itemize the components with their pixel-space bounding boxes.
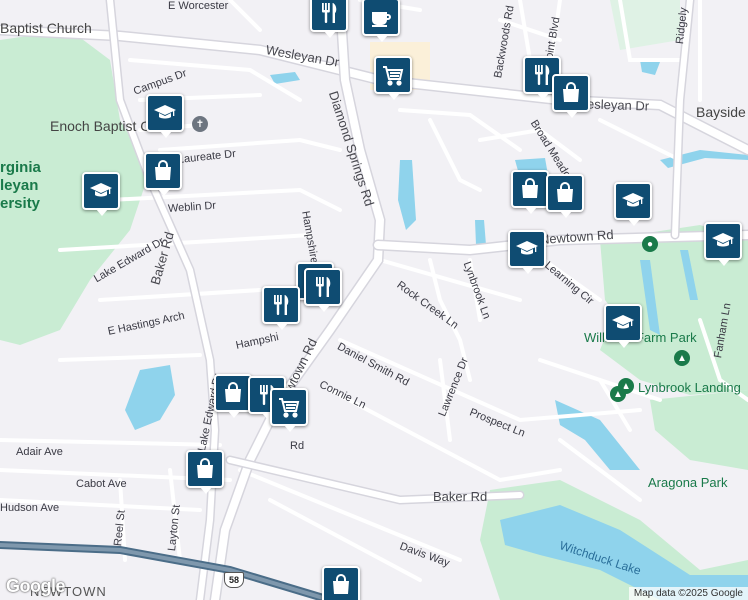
place-university-line-2: leyan [0, 177, 39, 194]
shop-pin-newtown-1[interactable] [214, 374, 252, 418]
pond-west [125, 365, 175, 430]
place-enoch-baptist: Enoch Baptist Ch [50, 118, 159, 134]
park-tree-icon[interactable]: ▲ [674, 350, 690, 366]
school-pin-west[interactable] [82, 172, 120, 216]
street-e-worcester: E Worcester [168, 0, 229, 12]
place-baptist-church: Baptist Church [0, 20, 92, 36]
graduation-cap-icon [515, 237, 539, 261]
map-canvas[interactable]: E Worcester Wesleyan Dr Wesleyan Dr Diam… [0, 0, 748, 600]
shop-pin-broad-2[interactable] [546, 174, 584, 218]
graduation-cap-icon [611, 311, 635, 335]
school-pin-campus[interactable] [146, 94, 184, 138]
restaurant-pin-hampshire-3[interactable] [262, 286, 300, 330]
fork-knife-icon [269, 293, 293, 317]
place-university-line-3: ersity [0, 195, 41, 212]
shopping-cart-icon [277, 395, 301, 419]
street-hudson-ave: Hudson Ave [0, 502, 60, 514]
park-dot-icon[interactable]: ● [642, 236, 658, 252]
school-pin-east[interactable] [614, 182, 652, 226]
pond-ne [640, 60, 660, 75]
street-adair-ave: Adair Ave [16, 446, 63, 458]
highway-58-shield: 58 [224, 572, 244, 588]
coffee-cup-icon [369, 5, 393, 29]
street-baker-rd-south: Baker Rd [433, 489, 488, 504]
fork-knife-icon [530, 63, 554, 87]
pond-center [398, 160, 416, 230]
graduation-cap-icon [621, 189, 645, 213]
shopping-bag-icon [553, 181, 577, 205]
school-pin-newtown[interactable] [508, 230, 546, 274]
street-cabot-ave: Cabot Ave [76, 478, 127, 490]
shopping-bag-icon [221, 381, 245, 405]
place-aragona-park: Aragona Park [648, 475, 728, 490]
cafe-pin[interactable] [362, 0, 400, 42]
shopping-bag-icon [151, 159, 175, 183]
pond-center-2 [475, 220, 486, 245]
school-pin-far-east[interactable] [704, 222, 742, 266]
grocery-pin-newtown[interactable] [270, 388, 308, 432]
shopping-bag-icon [559, 81, 583, 105]
graduation-cap-icon [89, 179, 113, 203]
restaurant-pin-hampshire-2[interactable] [304, 268, 342, 312]
shopping-cart-icon [381, 63, 405, 87]
park-tree-icon-3[interactable]: ▲ [610, 386, 626, 402]
church-cross-icon[interactable]: ✝ [192, 116, 208, 132]
map-attribution: Map data ©2025 Google [628, 587, 748, 600]
shopping-bag-icon [329, 573, 353, 597]
grocery-pin-wesleyan[interactable] [374, 56, 412, 100]
shop-pin-bottom[interactable] [322, 566, 360, 600]
place-university-line-1: rginia [0, 159, 41, 176]
pond-north [270, 72, 300, 84]
shop-pin-wesleyan-east[interactable] [552, 74, 590, 118]
graduation-cap-icon [711, 229, 735, 253]
shop-pin-laureate[interactable] [144, 152, 182, 196]
fork-knife-icon [311, 275, 335, 299]
google-logo: Google [6, 576, 66, 596]
shopping-bag-icon [193, 457, 217, 481]
graduation-cap-icon [153, 101, 177, 125]
restaurant-pin-top[interactable] [310, 0, 348, 38]
street-rd-fragment: Rd [290, 440, 305, 452]
place-lynbrook-landing: Lynbrook Landing [638, 380, 741, 395]
place-bayside: Bayside [696, 104, 746, 120]
shopping-bag-icon [518, 177, 542, 201]
school-pin-williams[interactable] [604, 304, 642, 348]
shop-pin-lake-edward[interactable] [186, 450, 224, 494]
shop-pin-broad-1[interactable] [511, 170, 549, 214]
fork-knife-icon [317, 1, 341, 25]
aragona-park-area [650, 390, 748, 470]
